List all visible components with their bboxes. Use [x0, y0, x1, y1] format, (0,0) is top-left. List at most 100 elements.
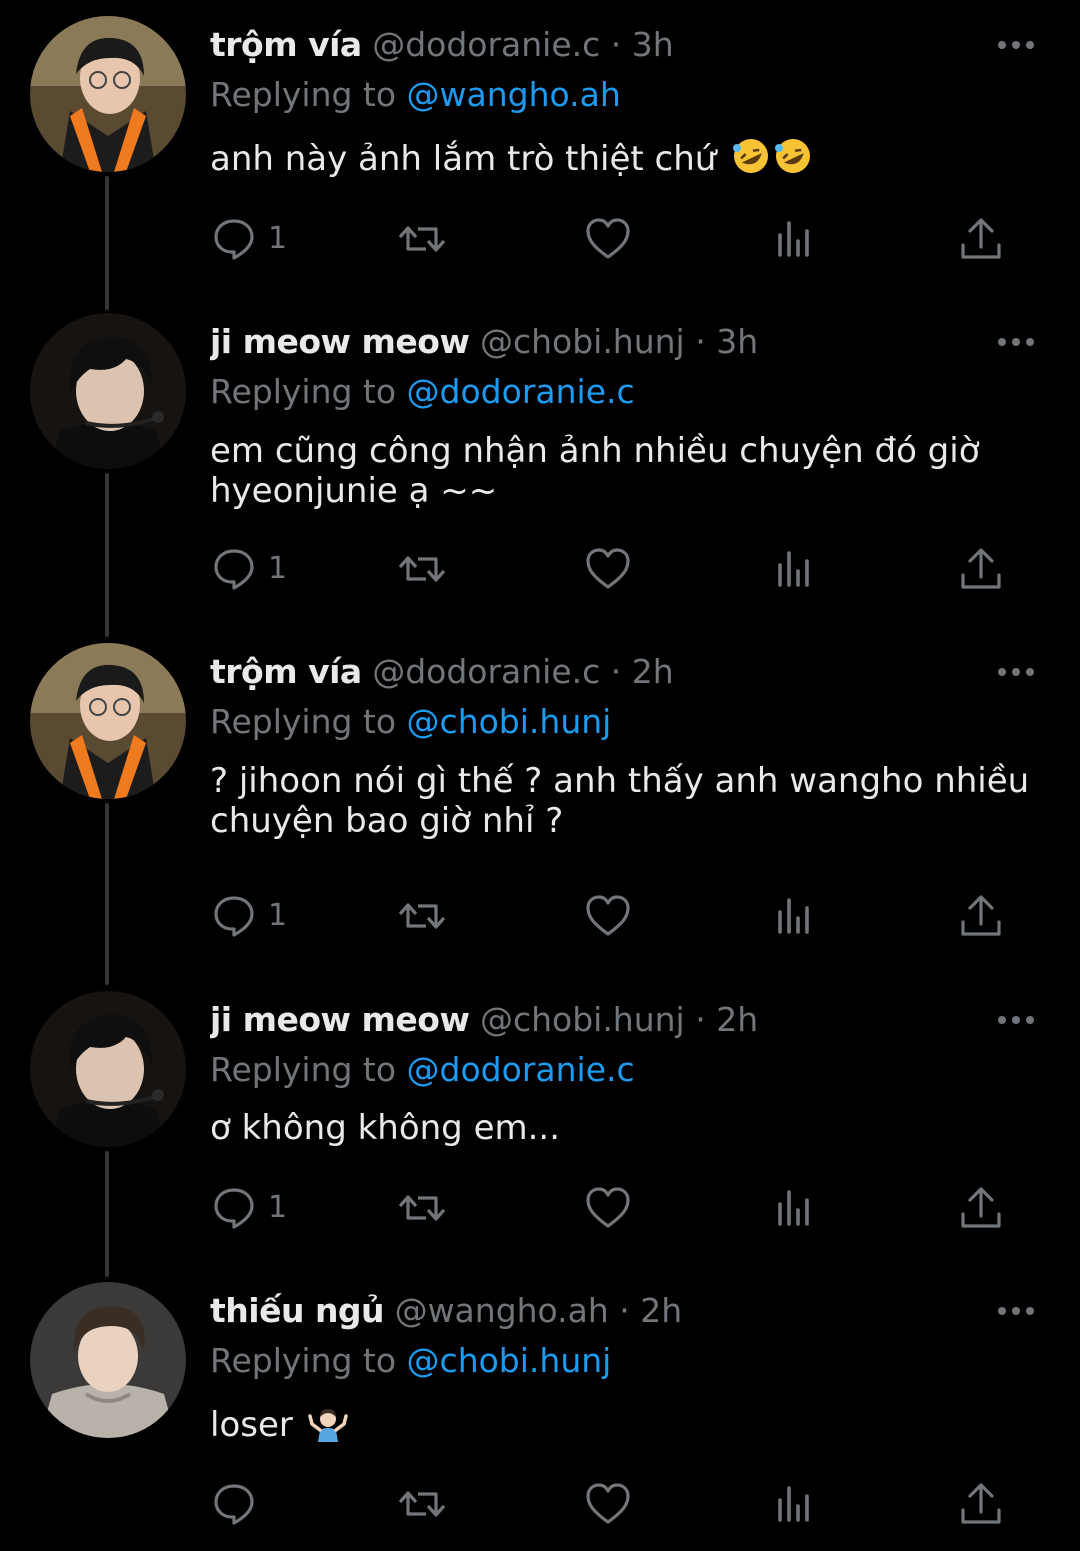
reply-icon: [214, 219, 254, 260]
heart-icon: [586, 1187, 630, 1228]
user-handle[interactable]: @wangho.ah: [395, 1291, 609, 1330]
retweet-button[interactable]: [396, 214, 448, 264]
avatar[interactable]: [30, 16, 186, 172]
like-button[interactable]: [584, 544, 632, 594]
heart-icon: [586, 1483, 630, 1524]
views-button[interactable]: [774, 544, 814, 594]
share-button[interactable]: [958, 544, 1004, 594]
like-button[interactable]: [584, 891, 632, 941]
views-icon: [778, 1486, 809, 1522]
tweet-actions: 1: [210, 891, 1020, 941]
display-name[interactable]: ji meow meow: [210, 1000, 470, 1039]
avatar[interactable]: [30, 643, 186, 799]
share-button[interactable]: [958, 1183, 1004, 1233]
share-button[interactable]: [958, 214, 1004, 264]
separator-dot: ·: [610, 652, 622, 691]
avatar[interactable]: [30, 991, 186, 1147]
reply-icon: [214, 896, 254, 937]
tweet[interactable]: ji meow meow @chobi.hunj · 3h Replying t…: [0, 297, 1080, 627]
tweet-actions: 1: [210, 1183, 1020, 1233]
tweet-text: em cũng công nhận ảnh nhiều chuyện đó gi…: [210, 431, 1040, 511]
more-options-icon[interactable]: [996, 1005, 1036, 1035]
retweet-button[interactable]: [396, 891, 448, 941]
tweet[interactable]: thiếu ngủ @wangho.ah · 2h Replying to @c…: [0, 1266, 1080, 1551]
reply-button[interactable]: 1: [210, 544, 287, 594]
more-options-icon[interactable]: [996, 327, 1036, 357]
reply-count: 1: [268, 221, 288, 256]
tweet-text-content: loser: [210, 1405, 293, 1445]
avatar[interactable]: [30, 1282, 186, 1438]
tweet-header: ji meow meow @chobi.hunj · 3h: [210, 319, 980, 365]
replying-to-handle[interactable]: @chobi.hunj: [407, 702, 612, 741]
more-options-icon[interactable]: [996, 30, 1036, 60]
replying-to-handle[interactable]: @dodoranie.c: [407, 372, 635, 411]
share-icon: [961, 1483, 1001, 1524]
views-button[interactable]: [774, 1479, 814, 1529]
share-icon: [961, 895, 1001, 936]
reply-button[interactable]: [210, 1479, 268, 1529]
replying-to-label: Replying to: [210, 702, 397, 741]
display-name[interactable]: trộm vía: [210, 25, 362, 64]
reply-icon: [214, 1484, 254, 1525]
tweet-text: loser: [210, 1402, 1040, 1451]
user-handle[interactable]: @dodoranie.c: [372, 652, 600, 691]
tweet-actions: 1: [210, 544, 1020, 594]
share-icon: [961, 1187, 1001, 1228]
replying-to: Replying to @chobi.hunj: [210, 1338, 611, 1384]
like-button[interactable]: [584, 1479, 632, 1529]
rolling-laughing-emoji: [731, 136, 815, 185]
tweet[interactable]: trộm vía @dodoranie.c · 3h Replying to @…: [0, 0, 1080, 290]
more-options-icon[interactable]: [996, 1296, 1036, 1326]
timestamp[interactable]: 2h: [716, 1000, 758, 1039]
tweet[interactable]: ji meow meow @chobi.hunj · 2h Replying t…: [0, 975, 1080, 1275]
views-button[interactable]: [774, 1183, 814, 1233]
views-icon: [778, 551, 809, 587]
retweet-button[interactable]: [396, 544, 448, 594]
replying-to-label: Replying to: [210, 372, 397, 411]
user-handle[interactable]: @chobi.hunj: [480, 1000, 685, 1039]
replying-to: Replying to @wangho.ah: [210, 72, 621, 118]
replying-to: Replying to @dodoranie.c: [210, 369, 635, 415]
display-name[interactable]: thiếu ngủ: [210, 1291, 385, 1330]
replying-to-handle[interactable]: @chobi.hunj: [407, 1341, 612, 1380]
views-button[interactable]: [774, 214, 814, 264]
tweet-text-content: em cũng công nhận ảnh nhiều chuyện đó gi…: [210, 431, 980, 511]
reply-icon: [214, 549, 254, 590]
user-handle[interactable]: @chobi.hunj: [480, 322, 685, 361]
timestamp[interactable]: 2h: [640, 1291, 682, 1330]
retweet-button[interactable]: [396, 1479, 448, 1529]
like-button[interactable]: [584, 214, 632, 264]
timestamp[interactable]: 3h: [632, 25, 674, 64]
display-name[interactable]: trộm vía: [210, 652, 362, 691]
timestamp[interactable]: 3h: [716, 322, 758, 361]
reply-button[interactable]: 1: [210, 891, 287, 941]
share-button[interactable]: [958, 891, 1004, 941]
timestamp[interactable]: 2h: [632, 652, 674, 691]
heart-icon: [586, 548, 630, 589]
reply-button[interactable]: 1: [210, 214, 287, 264]
user-handle[interactable]: @dodoranie.c: [372, 25, 600, 64]
tweet-actions: 1: [210, 214, 1020, 264]
tweet-text-content: ? jihoon nói gì thế ? anh thấy anh wangh…: [210, 761, 1030, 841]
retweet-button[interactable]: [396, 1183, 448, 1233]
replying-to-handle[interactable]: @dodoranie.c: [407, 1050, 635, 1089]
display-name[interactable]: ji meow meow: [210, 322, 470, 361]
separator-dot: ·: [610, 25, 622, 64]
tweet[interactable]: trộm vía @dodoranie.c · 2h Replying to @…: [0, 627, 1080, 977]
retweet-icon: [398, 1195, 446, 1221]
views-icon: [778, 898, 809, 934]
reply-thread: trộm vía @dodoranie.c · 3h Replying to @…: [0, 0, 1080, 1551]
avatar[interactable]: [30, 313, 186, 469]
heart-icon: [586, 895, 630, 936]
tweet-header: thiếu ngủ @wangho.ah · 2h: [210, 1288, 980, 1334]
like-button[interactable]: [584, 1183, 632, 1233]
tweet-header: trộm vía @dodoranie.c · 2h: [210, 649, 980, 695]
share-button[interactable]: [958, 1479, 1004, 1529]
views-button[interactable]: [774, 891, 814, 941]
more-options-icon[interactable]: [996, 657, 1036, 687]
views-icon: [778, 221, 809, 257]
separator-dot: ·: [619, 1291, 630, 1330]
reply-button[interactable]: 1: [210, 1183, 287, 1233]
replying-to-handle[interactable]: @wangho.ah: [407, 75, 621, 114]
retweet-icon: [398, 226, 446, 252]
